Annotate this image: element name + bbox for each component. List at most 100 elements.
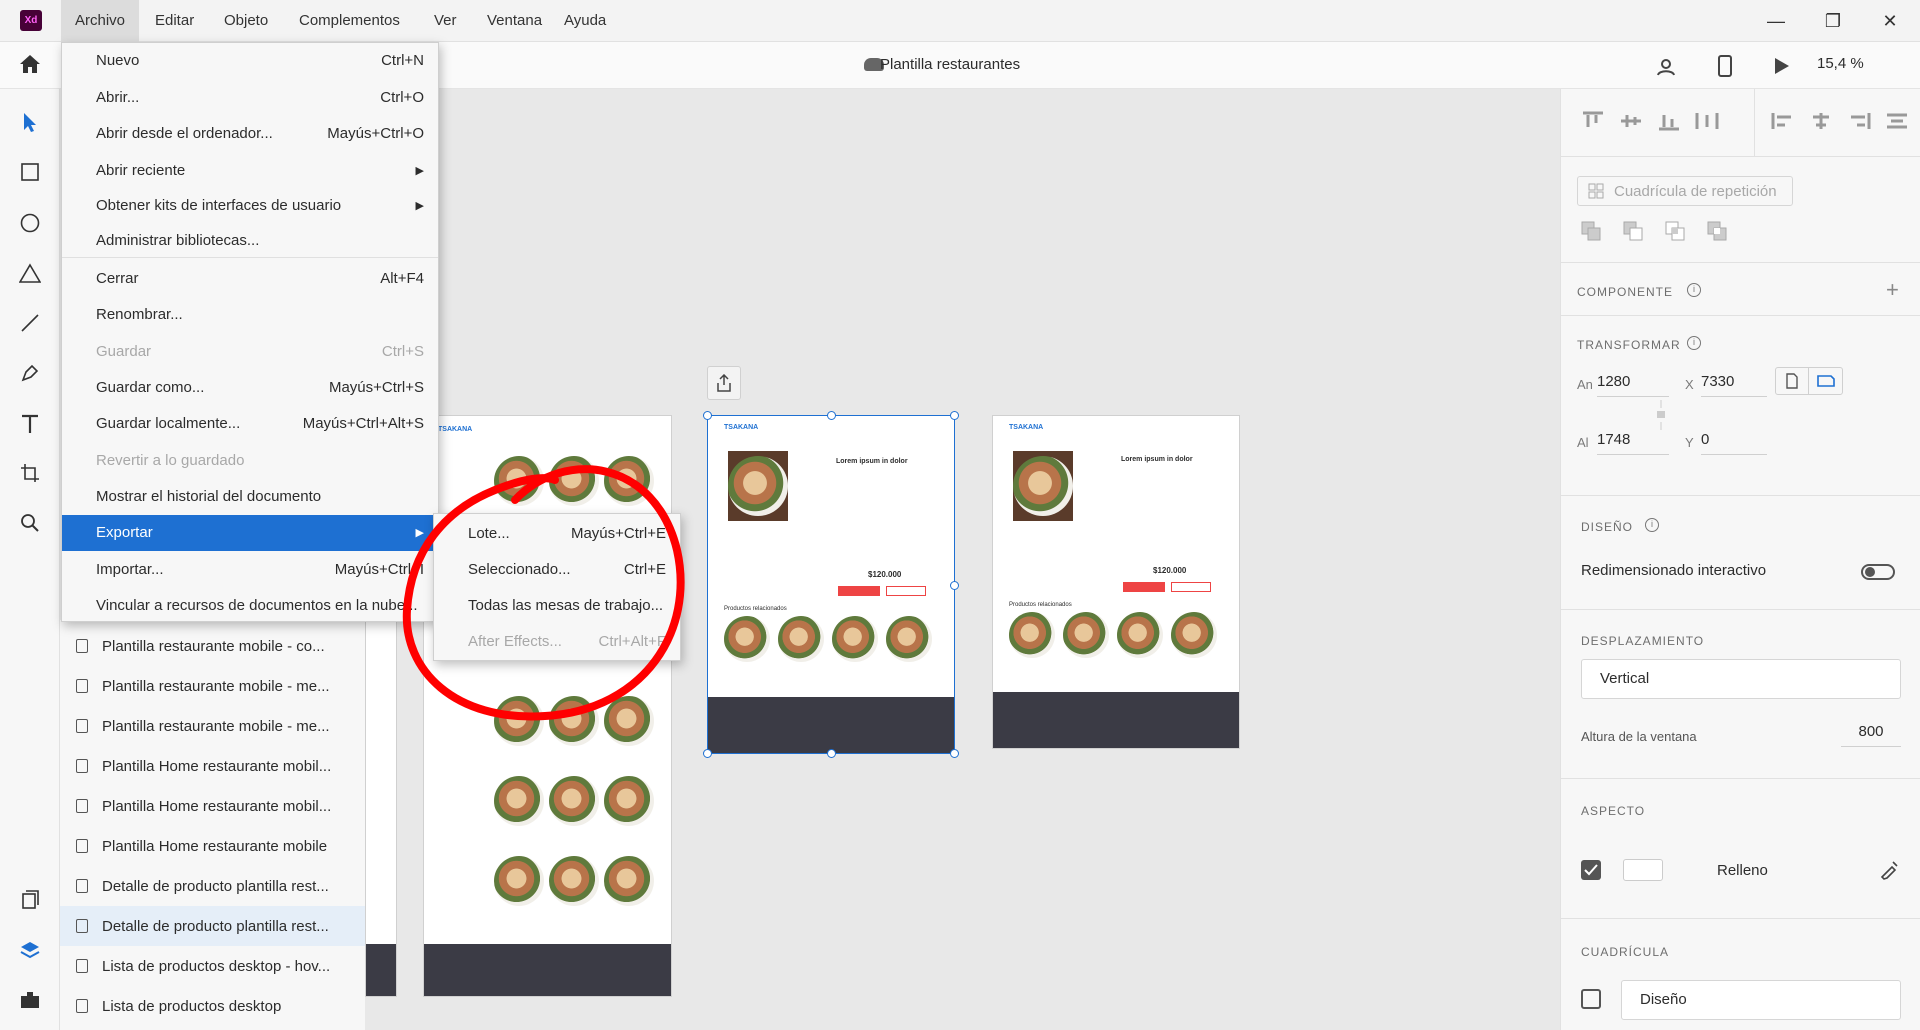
zoom-tool-icon[interactable] [16,509,44,537]
repeat-grid-button[interactable]: Cuadrícula de repetición [1577,176,1793,206]
menu-separator [62,257,438,258]
submenu-arrow-icon: ▶ [415,165,424,177]
menu-item-abrir-desde-el-ordenador[interactable]: Abrir desde el ordenador... Mayús+Ctrl+O [62,116,438,152]
assets-icon[interactable] [16,886,44,914]
layer-row[interactable]: Plantilla restaurante mobile - me... [60,706,365,746]
menu-shortcut: Mayús+Ctrl+O [327,125,424,142]
plugins-icon[interactable] [16,986,44,1014]
menu-item-administrar-bibliotecas[interactable]: Administrar bibliotecas... [62,223,438,259]
menu-item-guardar: Guardar Ctrl+S [62,334,438,370]
height-field[interactable]: 1748 [1597,425,1669,455]
width-field[interactable]: 1280 [1597,367,1669,397]
selection-handle[interactable] [827,749,836,758]
selection-handle[interactable] [827,411,836,420]
artboard-product-detail[interactable]: TSAKANA Lorem ipsum in dolor $120.000 Pr… [992,415,1240,749]
menu-editar[interactable]: Editar [141,0,208,42]
responsive-resize-toggle[interactable] [1861,564,1895,580]
fill-label: Relleno [1717,862,1768,879]
menu-objeto[interactable]: Objeto [210,0,282,42]
pen-tool-icon[interactable] [16,359,44,387]
info-icon[interactable]: i [1687,283,1701,297]
selection-handle[interactable] [950,411,959,420]
info-icon[interactable]: i [1687,336,1701,350]
scroll-select[interactable]: Vertical [1581,659,1901,699]
home-icon[interactable] [16,50,44,78]
grid-type-select[interactable]: Diseño [1621,980,1901,1020]
share-user-icon[interactable] [1652,52,1680,80]
layer-row[interactable]: Plantilla Home restaurante mobil... [60,786,365,826]
fill-color-swatch[interactable] [1623,859,1663,881]
grid-checkbox[interactable] [1581,989,1601,1009]
xd-logo-icon: Xd [20,10,42,31]
layer-row[interactable]: Lista de productos desktop - hov... [60,946,365,986]
line-tool-icon[interactable] [16,309,44,337]
viewport-height-field[interactable]: 800 [1841,717,1901,747]
zoom-level[interactable]: 15,4 % [1817,55,1864,72]
responsive-resize-label: Redimensionado interactivo [1581,562,1767,579]
selection-handle[interactable] [950,749,959,758]
layers-icon[interactable] [16,936,44,964]
menu-item-obtener-kits-de-interfaces-de-usuario[interactable]: Obtener kits de interfaces de usuario ▶ [62,188,438,224]
ellipse-tool-icon[interactable] [16,209,44,237]
select-tool-icon[interactable] [16,108,44,136]
menu-ver[interactable]: Ver [420,0,471,42]
orientation-toggle [1775,367,1843,395]
menu-item-guardar-como[interactable]: Guardar como... Mayús+Ctrl+S [62,370,438,406]
menu-shortcut: Mayús+Ctrl+Alt+S [302,415,424,432]
eyedropper-icon[interactable] [1879,858,1901,880]
add-component-button[interactable]: + [1886,277,1899,303]
export-share-icon[interactable] [707,366,741,400]
menu-ayuda[interactable]: Ayuda [550,0,620,42]
minimize-button[interactable]: — [1752,0,1800,42]
artboard-doc-icon [76,879,88,893]
artboard-doc-icon [76,719,88,733]
menu-ventana[interactable]: Ventana [473,0,556,42]
close-button[interactable]: ✕ [1866,0,1914,42]
layer-row[interactable]: Plantilla restaurante mobile - me... [60,666,365,706]
maximize-button[interactable]: ❐ [1809,0,1857,42]
design-title: DISEÑO [1581,520,1634,534]
info-icon[interactable]: i [1645,518,1659,532]
artboard-doc-icon [76,919,88,933]
selection-handle[interactable] [950,581,959,590]
menu-item-abrir-reciente[interactable]: Abrir reciente ▶ [62,153,438,189]
menu-shortcut: Ctrl+N [381,52,424,69]
portrait-icon[interactable] [1776,368,1810,394]
appearance-title: ASPECTO [1581,804,1646,818]
menu-item-exportar[interactable]: Exportar ▶ [62,515,438,551]
menu-item-renombrar[interactable]: Renombrar... [62,297,438,333]
fill-checkbox[interactable] [1581,860,1601,880]
selection-handle[interactable] [703,411,712,420]
layer-row[interactable]: Detalle de producto plantilla rest... [60,906,365,946]
artboard-product-detail-selected[interactable]: TSAKANA Lorem ipsum in dolor $120.000 Pr… [707,415,955,754]
menu-item-abrir[interactable]: Abrir... Ctrl+O [62,80,438,116]
layer-row[interactable]: Plantilla Home restaurante mobile [60,826,365,866]
selection-handle[interactable] [703,749,712,758]
landscape-icon[interactable] [1809,368,1842,394]
layer-row[interactable]: Plantilla Home restaurante mobil... [60,746,365,786]
menu-item-vincular-a-recursos-de-documentos-en-la-nube[interactable]: Vincular a recursos de documentos en la … [62,588,438,624]
play-preview-icon[interactable] [1768,52,1796,80]
layer-row[interactable]: Lista de productos desktop [60,986,365,1026]
artboard-doc-icon [76,999,88,1013]
menu-item-mostrar-el-historial-del-documento[interactable]: Mostrar el historial del documento [62,479,438,515]
document-title[interactable]: Plantilla restaurantes [880,56,1020,73]
menu-item-nuevo[interactable]: Nuevo Ctrl+N [62,43,438,79]
text-tool-icon[interactable] [16,410,44,438]
layer-row[interactable]: Plantilla restaurante mobile - co... [60,626,365,666]
artboard-tool-icon[interactable] [16,459,44,487]
artboard-doc-icon [76,679,88,693]
rectangle-tool-icon[interactable] [16,158,44,186]
viewport-height-label: Altura de la ventana [1581,729,1697,744]
y-field[interactable]: 0 [1701,425,1767,455]
menu-item-importar[interactable]: Importar... Mayús+Ctrl+I [62,552,438,588]
menu-complementos[interactable]: Complementos [285,0,414,42]
menu-item-guardar-localmente[interactable]: Guardar localmente... Mayús+Ctrl+Alt+S [62,406,438,442]
menu-item-cerrar[interactable]: Cerrar Alt+F4 [62,261,438,297]
device-preview-icon[interactable] [1711,52,1739,80]
x-field[interactable]: 7330 [1701,367,1767,397]
artboard-doc-icon [76,959,88,973]
menu-archivo[interactable]: Archivo [61,0,140,42]
layer-row[interactable]: Detalle de producto plantilla rest... [60,866,365,906]
polygon-tool-icon[interactable] [16,259,44,287]
